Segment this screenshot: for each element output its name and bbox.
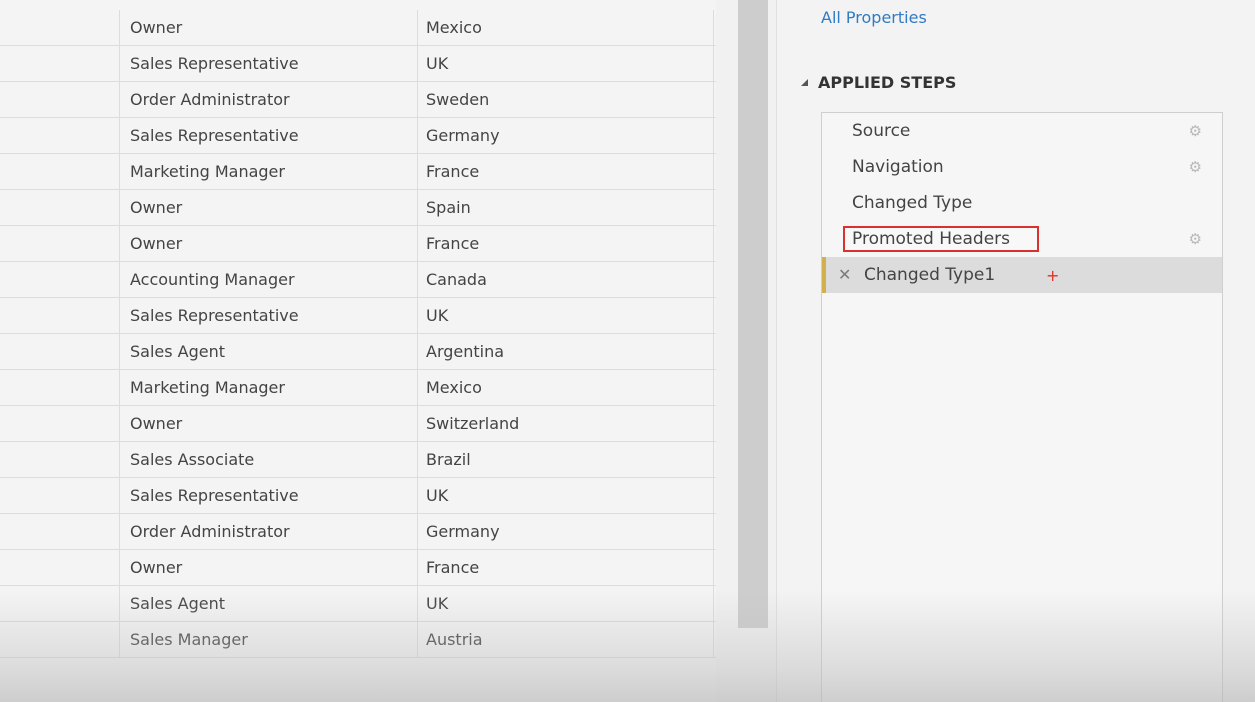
table-row[interactable]: Sales Agent Argentina: [0, 334, 716, 370]
table-row[interactable]: Owner Mexico: [0, 10, 716, 46]
country-cell[interactable]: Switzerland: [418, 406, 714, 441]
country-cell[interactable]: Austria: [418, 622, 714, 657]
country-cell[interactable]: UK: [418, 46, 714, 81]
row-index-cell[interactable]: [0, 550, 120, 585]
country-cell[interactable]: France: [418, 226, 714, 261]
gear-icon[interactable]: ⚙: [1189, 221, 1202, 257]
country-cell[interactable]: Spain: [418, 190, 714, 225]
country-cell[interactable]: Brazil: [418, 442, 714, 477]
country-cell[interactable]: Sweden: [418, 82, 714, 117]
table-row[interactable]: Sales Representative UK: [0, 46, 716, 82]
contact-title-cell[interactable]: Accounting Manager: [120, 262, 418, 297]
table-row[interactable]: Sales Agent UK: [0, 586, 716, 622]
row-index-cell[interactable]: [0, 406, 120, 441]
active-step-indicator: [822, 257, 826, 293]
table-row[interactable]: Sales Representative Germany: [0, 118, 716, 154]
table-row[interactable]: Order Administrator Germany: [0, 514, 716, 550]
contact-title-cell[interactable]: Sales Agent: [120, 586, 418, 621]
collapse-triangle-icon[interactable]: [801, 79, 808, 86]
query-settings-pane: All Properties APPLIED STEPS Source ⚙ Navi…: [776, 0, 1255, 702]
row-index-cell[interactable]: [0, 478, 120, 513]
applied-step-label: Source: [852, 121, 911, 141]
table-row[interactable]: Marketing Manager Mexico: [0, 370, 716, 406]
applied-step-label: Promoted Headers: [852, 229, 1011, 249]
applied-steps-title: APPLIED STEPS: [818, 73, 957, 92]
country-cell[interactable]: Germany: [418, 118, 714, 153]
row-index-cell[interactable]: [0, 82, 120, 117]
row-index-cell[interactable]: [0, 226, 120, 261]
table-row[interactable]: Owner France: [0, 550, 716, 586]
contact-title-cell[interactable]: Sales Representative: [120, 118, 418, 153]
row-index-cell[interactable]: [0, 442, 120, 477]
query-editor: Owner Mexico Sales Representative UK Order A…: [0, 0, 1255, 702]
cursor-crosshair-icon: +: [1046, 266, 1060, 285]
table-row[interactable]: Owner France: [0, 226, 716, 262]
gear-icon[interactable]: ⚙: [1189, 149, 1202, 185]
applied-step[interactable]: Source ⚙: [822, 113, 1222, 149]
contact-title-cell[interactable]: Sales Manager: [120, 622, 418, 657]
row-index-cell[interactable]: [0, 586, 120, 621]
country-cell[interactable]: France: [418, 550, 714, 585]
row-index-cell[interactable]: [0, 118, 120, 153]
row-index-cell[interactable]: [0, 298, 120, 333]
contact-title-cell[interactable]: Marketing Manager: [120, 370, 418, 405]
contact-title-cell[interactable]: Owner: [120, 10, 418, 45]
applied-steps-list: Source ⚙ Navigation ⚙ Changed Type Promoted H…: [821, 112, 1223, 702]
country-cell[interactable]: Mexico: [418, 10, 714, 45]
row-index-cell[interactable]: [0, 334, 120, 369]
contact-title-cell[interactable]: Owner: [120, 190, 418, 225]
gear-icon[interactable]: ⚙: [1189, 113, 1202, 149]
contact-title-cell[interactable]: Owner: [120, 550, 418, 585]
row-index-cell[interactable]: [0, 190, 120, 225]
applied-step[interactable]: Navigation ⚙: [822, 149, 1222, 185]
data-grid: Owner Mexico Sales Representative UK Order A…: [0, 0, 716, 702]
contact-title-cell[interactable]: Sales Agent: [120, 334, 418, 369]
row-index-cell[interactable]: [0, 46, 120, 81]
delete-step-icon[interactable]: ✕: [838, 257, 851, 293]
contact-title-cell[interactable]: Order Administrator: [120, 514, 418, 549]
contact-title-cell[interactable]: Sales Representative: [120, 478, 418, 513]
country-cell[interactable]: UK: [418, 478, 714, 513]
table-row[interactable]: Order Administrator Sweden: [0, 82, 716, 118]
row-index-cell[interactable]: [0, 10, 120, 45]
contact-title-cell[interactable]: Sales Representative: [120, 298, 418, 333]
table-row[interactable]: Sales Representative UK: [0, 478, 716, 514]
applied-step[interactable]: Changed Type: [822, 185, 1222, 221]
contact-title-cell[interactable]: Order Administrator: [120, 82, 418, 117]
applied-step-label: Changed Type: [852, 193, 973, 213]
applied-step-label: Navigation: [852, 157, 944, 177]
applied-step-label: Changed Type1: [864, 265, 996, 285]
row-index-cell[interactable]: [0, 622, 120, 657]
row-index-cell[interactable]: [0, 154, 120, 189]
row-index-cell[interactable]: [0, 514, 120, 549]
country-cell[interactable]: France: [418, 154, 714, 189]
contact-title-cell[interactable]: Owner: [120, 226, 418, 261]
contact-title-cell[interactable]: Sales Associate: [120, 442, 418, 477]
table-row[interactable]: Accounting Manager Canada: [0, 262, 716, 298]
applied-step[interactable]: Promoted Headers ⚙: [822, 221, 1222, 257]
country-cell[interactable]: UK: [418, 298, 714, 333]
vertical-scrollbar[interactable]: [716, 0, 776, 702]
row-index-cell[interactable]: [0, 262, 120, 297]
country-cell[interactable]: UK: [418, 586, 714, 621]
applied-steps-header[interactable]: APPLIED STEPS: [801, 73, 956, 92]
country-cell[interactable]: Germany: [418, 514, 714, 549]
applied-step[interactable]: ✕ Changed Type1 +: [822, 257, 1222, 293]
country-cell[interactable]: Mexico: [418, 370, 714, 405]
contact-title-cell[interactable]: Owner: [120, 406, 418, 441]
contact-title-cell[interactable]: Marketing Manager: [120, 154, 418, 189]
scrollbar-thumb[interactable]: [738, 0, 768, 628]
table-row[interactable]: Owner Switzerland: [0, 406, 716, 442]
row-index-cell[interactable]: [0, 370, 120, 405]
table-row[interactable]: Marketing Manager France: [0, 154, 716, 190]
table-row[interactable]: Sales Associate Brazil: [0, 442, 716, 478]
country-cell[interactable]: Argentina: [418, 334, 714, 369]
all-properties-link[interactable]: All Properties: [821, 8, 927, 27]
table-row[interactable]: Sales Manager Austria: [0, 622, 716, 658]
country-cell[interactable]: Canada: [418, 262, 714, 297]
table-row[interactable]: Owner Spain: [0, 190, 716, 226]
table-row[interactable]: Sales Representative UK: [0, 298, 716, 334]
contact-title-cell[interactable]: Sales Representative: [120, 46, 418, 81]
